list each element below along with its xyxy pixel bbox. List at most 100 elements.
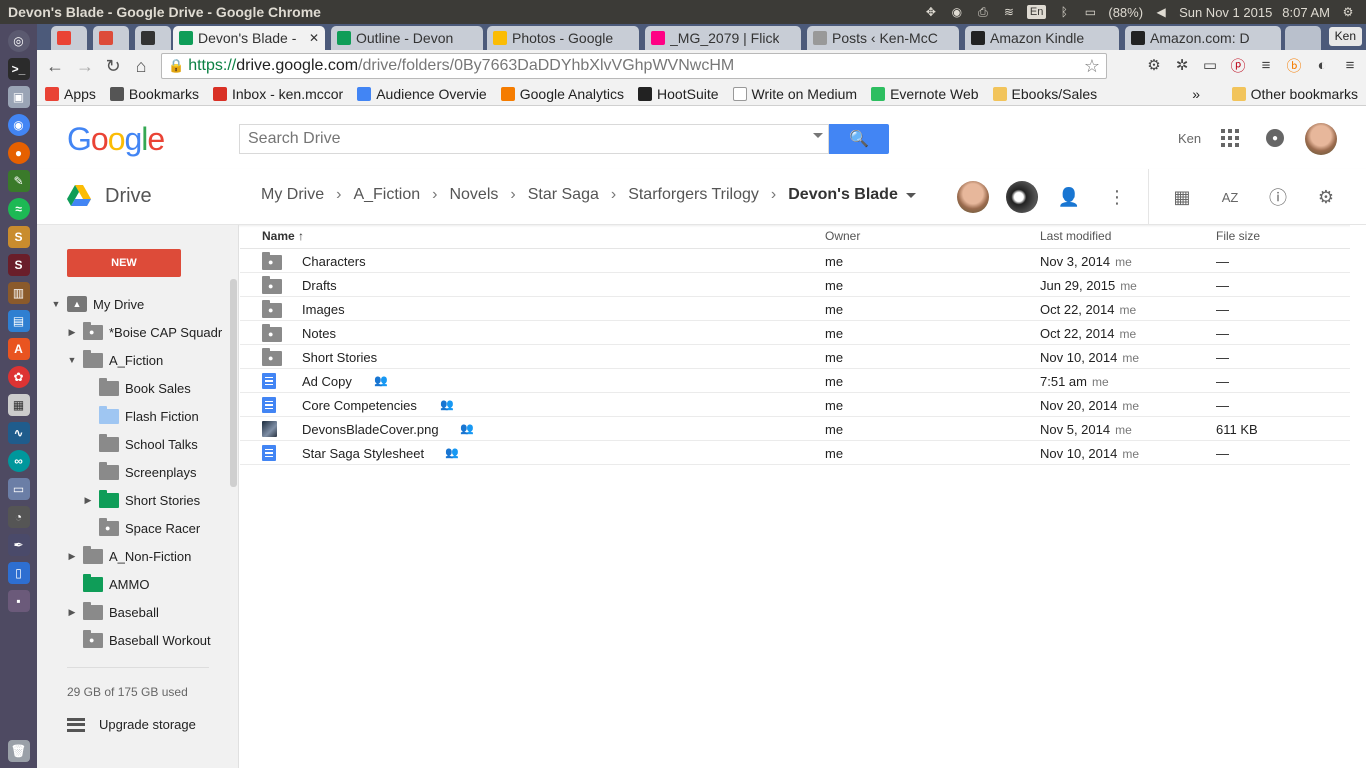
tab-close-icon[interactable]: ✕ bbox=[305, 31, 319, 45]
new-button[interactable]: NEW bbox=[67, 249, 181, 277]
file-row[interactable]: Characters me Nov 3, 2014 me — bbox=[240, 249, 1350, 273]
gimp-icon[interactable]: ◔ bbox=[7, 506, 30, 528]
collapse-arrow-icon[interactable]: ▼ bbox=[67, 355, 77, 365]
notifications-bell-icon[interactable]: ● bbox=[1266, 129, 1284, 147]
script-app-icon[interactable]: S bbox=[7, 254, 30, 276]
apps-grid-icon[interactable] bbox=[1221, 129, 1239, 147]
search-input[interactable] bbox=[239, 124, 829, 154]
browser-tab[interactable] bbox=[51, 26, 87, 50]
file-row[interactable]: DevonsBladeCover.png 👥 me Nov 5, 2014 me 611 … bbox=[240, 417, 1350, 441]
sidebar-scrollbar[interactable] bbox=[230, 279, 237, 487]
file-row[interactable]: Ad Copy 👥 me 7:51 am me — bbox=[240, 369, 1350, 393]
camera-icon[interactable]: ▣ bbox=[7, 86, 30, 108]
sidebar-folder-item[interactable]: Book Sales bbox=[83, 376, 191, 400]
reload-button[interactable]: ↻ bbox=[99, 52, 127, 80]
breadcrumb-item[interactable]: Star Saga bbox=[528, 186, 599, 204]
details-info-icon[interactable]: ⓘ bbox=[1266, 185, 1290, 209]
sidebar-folder-item[interactable]: Baseball Workout bbox=[67, 628, 211, 652]
browser-tab[interactable] bbox=[135, 26, 171, 50]
impress-icon[interactable]: ▦ bbox=[7, 394, 30, 416]
collaborator-avatar[interactable] bbox=[957, 181, 989, 213]
breadcrumb-item[interactable]: A_Fiction bbox=[353, 186, 420, 204]
sidebar-folder-item[interactable]: School Talks bbox=[83, 432, 198, 456]
sidebar-folder-item[interactable]: ▶ A_Non-Fiction bbox=[67, 544, 191, 568]
sidebar-folder-item[interactable]: AMMO bbox=[67, 572, 149, 596]
browser-tab[interactable]: Amazon Kindle bbox=[965, 26, 1119, 50]
terminal-icon[interactable]: >_ bbox=[7, 58, 30, 80]
file-row[interactable]: Short Stories me Nov 10, 2014 me — bbox=[240, 345, 1350, 369]
calibre-icon[interactable]: ▯ bbox=[7, 562, 30, 584]
file-row[interactable]: Drafts me Jun 29, 2015 me — bbox=[240, 273, 1350, 297]
bookmark-item[interactable]: HootSuite bbox=[638, 86, 719, 102]
file-row[interactable]: Star Saga Stylesheet 👥 me Nov 10, 2014 me — bbox=[240, 441, 1350, 465]
printer-icon[interactable]: ⎙ bbox=[975, 5, 991, 19]
chrome-profile-button[interactable]: Ken bbox=[1328, 27, 1362, 46]
breadcrumb-item[interactable]: Novels bbox=[449, 186, 498, 204]
expand-arrow-icon[interactable]: ▶ bbox=[83, 495, 93, 506]
sidebar-folder-item[interactable]: ▼ A_Fiction bbox=[67, 348, 163, 372]
clock-time[interactable]: 8:07 AM bbox=[1282, 5, 1330, 20]
add-people-icon[interactable]: 👤 bbox=[1057, 185, 1081, 209]
blogger-icon[interactable]: ⓑ bbox=[1284, 54, 1304, 76]
account-name[interactable]: Ken bbox=[1178, 131, 1201, 146]
bookmark-item[interactable]: Inbox - ken.mccor bbox=[212, 86, 343, 102]
sidebar-folder-item[interactable]: ▶ *Boise CAP Squadr bbox=[67, 320, 222, 344]
extension-gear-icon[interactable]: ⚙ bbox=[1144, 54, 1164, 76]
home-button[interactable]: ⌂ bbox=[127, 52, 155, 80]
sidebar-folder-item[interactable]: Space Racer bbox=[83, 516, 200, 540]
monitor-icon[interactable]: ∿ bbox=[7, 422, 30, 444]
new-tab-button[interactable] bbox=[1285, 26, 1321, 50]
breadcrumb-item[interactable]: Starforgers Trilogy bbox=[628, 186, 759, 204]
expand-arrow-icon[interactable]: ▶ bbox=[67, 551, 77, 562]
battery-icon[interactable]: ▭ bbox=[1082, 5, 1098, 19]
extension-arrow-icon[interactable]: ◐ bbox=[1312, 54, 1332, 76]
clock-date[interactable]: Sun Nov 1 2015 bbox=[1179, 5, 1272, 20]
software-center-icon[interactable]: A bbox=[7, 338, 30, 360]
inkscape-icon[interactable]: ✒ bbox=[7, 534, 30, 556]
folder-menu-caret-icon[interactable] bbox=[905, 192, 916, 198]
file-row[interactable]: Images me Oct 22, 2014 me — bbox=[240, 297, 1350, 321]
modified-column-header[interactable]: Last modified bbox=[1040, 229, 1111, 243]
more-actions-icon[interactable]: ⋮ bbox=[1105, 185, 1129, 209]
file-row[interactable]: Core Competencies 👥 me Nov 20, 2014 me — bbox=[240, 393, 1350, 417]
dropbox-icon[interactable]: ✥ bbox=[923, 5, 939, 19]
browser-tab[interactable] bbox=[93, 26, 129, 50]
scrivener-icon[interactable]: S bbox=[7, 226, 30, 248]
bookmarks-overflow-button[interactable]: » bbox=[1192, 86, 1200, 102]
sidebar-folder-item[interactable]: ▶ Short Stories bbox=[83, 488, 200, 512]
extension-bug-icon[interactable]: ✲ bbox=[1172, 54, 1192, 76]
collaborator-avatar-2[interactable] bbox=[1006, 181, 1038, 213]
bookmark-item[interactable]: Write on Medium bbox=[732, 86, 857, 102]
browser-tab[interactable]: Posts ‹ Ken-McC bbox=[807, 26, 959, 50]
session-gear-icon[interactable]: ⚙ bbox=[1340, 5, 1356, 19]
collapse-arrow-icon[interactable]: ▼ bbox=[51, 299, 61, 309]
chrome-launcher-icon[interactable]: ◉ bbox=[7, 114, 30, 136]
browser-tab[interactable]: Devon's Blade - ✕ bbox=[173, 26, 325, 50]
bookmark-item[interactable]: Audience Overvie bbox=[357, 86, 487, 102]
sidebar-folder-item[interactable]: ▶ Baseball bbox=[67, 600, 159, 624]
expand-arrow-icon[interactable]: ▶ bbox=[67, 327, 77, 338]
bookmark-star-icon[interactable]: ☆ bbox=[1084, 56, 1106, 77]
sidebar-folder-item[interactable]: Flash Fiction bbox=[83, 404, 199, 428]
owner-column-header[interactable]: Owner bbox=[825, 229, 860, 243]
spotify-icon[interactable]: ≈ bbox=[7, 198, 30, 220]
keyboard-language-indicator[interactable]: En bbox=[1026, 5, 1047, 19]
size-column-header[interactable]: File size bbox=[1216, 229, 1260, 243]
search-options-caret-icon[interactable] bbox=[813, 133, 823, 138]
browser-tab[interactable]: Amazon.com: D bbox=[1125, 26, 1281, 50]
remote-desktop-icon[interactable]: ▭ bbox=[7, 478, 30, 500]
arduino-icon[interactable]: ∞ bbox=[7, 450, 30, 472]
sidebar-folder-item[interactable]: ▼ ▲ My Drive bbox=[51, 292, 144, 316]
firefox-icon[interactable]: ● bbox=[7, 142, 30, 164]
books-icon[interactable]: ▥ bbox=[7, 282, 30, 304]
trash-icon[interactable]: 🗑 bbox=[7, 740, 30, 762]
cast-icon[interactable]: ▭ bbox=[1200, 54, 1220, 76]
settings-gear-icon[interactable]: ⚙ bbox=[1314, 185, 1338, 209]
workspace-icon[interactable]: ▪ bbox=[7, 590, 30, 612]
sort-options-icon[interactable]: AZ bbox=[1218, 185, 1242, 209]
expand-arrow-icon[interactable]: ▶ bbox=[67, 607, 77, 618]
pencil-app-icon[interactable]: ✎ bbox=[7, 170, 30, 192]
bluetooth-icon[interactable]: ᛒ bbox=[1056, 5, 1072, 19]
breadcrumb-current-folder[interactable]: Devon's Blade bbox=[788, 186, 898, 204]
volume-icon[interactable]: ◀ bbox=[1153, 5, 1169, 19]
